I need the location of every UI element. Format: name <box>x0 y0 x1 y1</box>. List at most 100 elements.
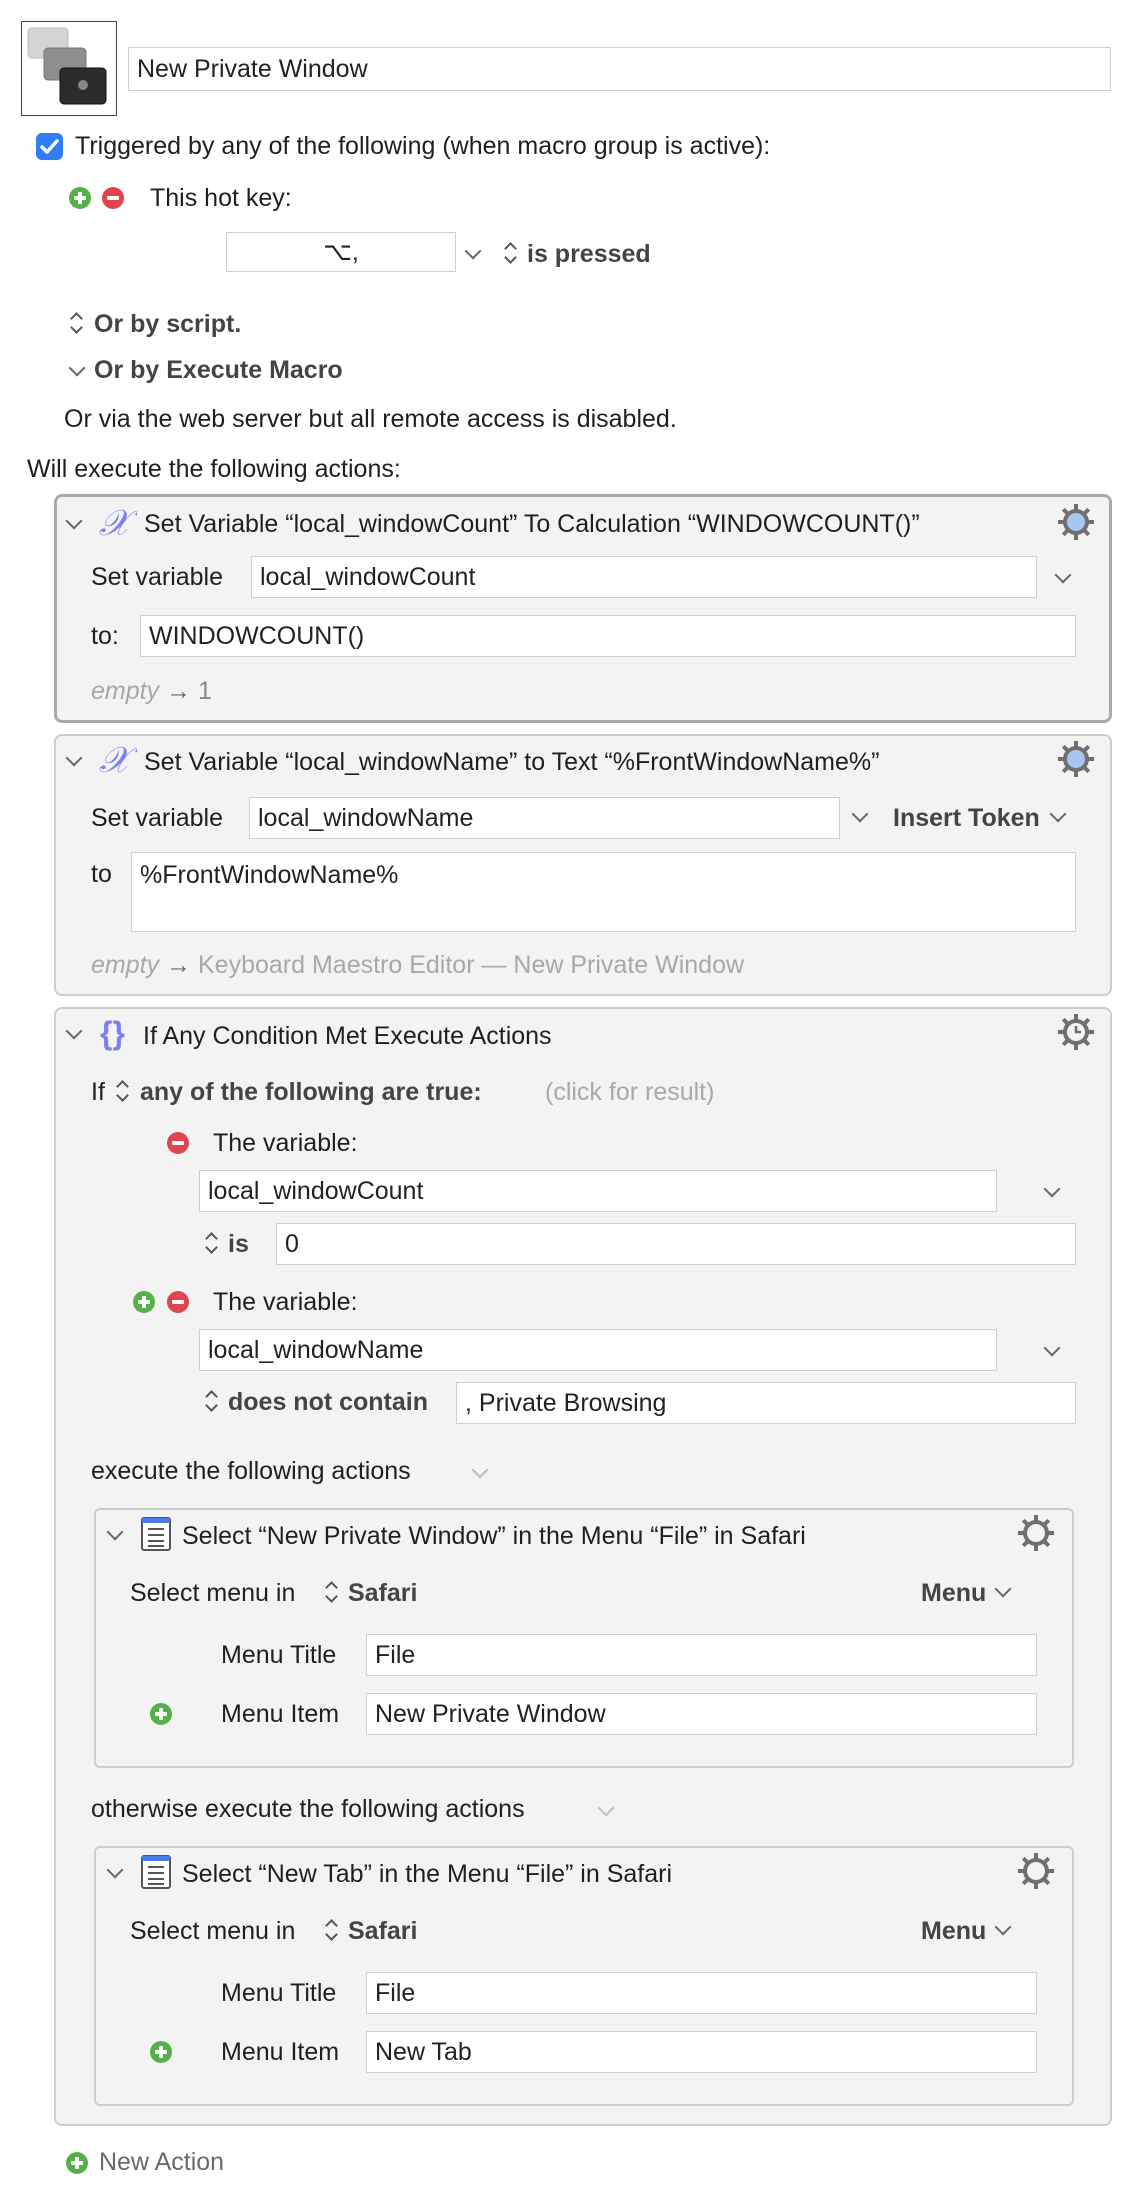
gear-icon[interactable] <box>1017 1852 1055 1890</box>
collapse-chevron-icon[interactable] <box>65 749 83 767</box>
will-execute-label: Will execute the following actions: <box>27 455 401 483</box>
gear-timer-icon[interactable] <box>1057 1013 1095 1051</box>
variable-dropdown-icon[interactable] <box>851 805 869 823</box>
variable-name-field[interactable]: local_windowName <box>249 797 840 839</box>
remove-condition-icon[interactable] <box>167 1132 189 1154</box>
menu-chevron-icon[interactable] <box>994 1918 1012 1936</box>
insert-token-button[interactable]: Insert Token <box>893 804 1040 833</box>
execute-actions-chevron-icon[interactable] <box>471 1461 489 1479</box>
or-by-script[interactable]: Or by script. <box>94 310 241 339</box>
condition-value-field[interactable]: , Private Browsing <box>456 1382 1076 1424</box>
condition-value: , Private Browsing <box>465 1388 667 1417</box>
remove-condition-icon[interactable] <box>167 1291 189 1313</box>
menu-title-field[interactable]: File <box>366 1972 1037 2014</box>
variable-icon: 𝒳 <box>97 503 140 548</box>
gear-icon[interactable] <box>1017 1514 1055 1552</box>
variable-dropdown-icon[interactable] <box>1054 566 1072 584</box>
menu-title: File <box>375 1978 416 2007</box>
menu-item: New Private Window <box>375 1699 606 1728</box>
new-action-button[interactable]: New Action <box>99 2148 224 2177</box>
menu-item-field[interactable]: New Private Window <box>366 1693 1037 1735</box>
web-server-note: Or via the web server but all remote acc… <box>64 405 677 433</box>
app-stepper-icon[interactable] <box>324 1918 338 1942</box>
hotkey-dropdown-icon[interactable] <box>464 242 482 260</box>
otherwise-chevron-icon[interactable] <box>597 1799 615 1817</box>
otherwise-label: otherwise execute the following actions <box>91 1795 525 1823</box>
action-title: Set Variable “local_windowName” to Text … <box>144 748 880 776</box>
condition-value-field[interactable]: 0 <box>276 1223 1076 1265</box>
collapse-chevron-icon[interactable] <box>65 1022 83 1040</box>
condition-operator[interactable]: is <box>228 1230 249 1259</box>
select-menu-label: Select menu in <box>130 1579 296 1607</box>
remove-trigger-icon[interactable] <box>102 187 124 209</box>
or-by-execute-macro[interactable]: Or by Execute Macro <box>94 356 343 385</box>
menu-item-field[interactable]: New Tab <box>366 2031 1037 2073</box>
hotkey-field[interactable]: ⌥, <box>226 232 456 272</box>
condition-variable-dropdown-icon[interactable] <box>1043 1180 1061 1198</box>
variable-name: local_windowCount <box>260 562 476 591</box>
app-name[interactable]: Safari <box>348 1917 417 1946</box>
condition-variable-dropdown-icon[interactable] <box>1043 1339 1061 1357</box>
condition-mode[interactable]: any of the following are true: <box>140 1078 482 1107</box>
menu-chevron-icon[interactable] <box>994 1580 1012 1598</box>
action-if-condition[interactable]: {} If Any Condition Met Execute Actions … <box>54 1007 1112 2126</box>
condition-operator[interactable]: does not contain <box>228 1388 428 1417</box>
svg-text:𝒳: 𝒳 <box>99 742 137 778</box>
menu-title-label: Menu Title <box>221 1641 337 1669</box>
to-label: to <box>91 860 112 888</box>
condition-variable-field[interactable]: local_windowName <box>199 1329 997 1371</box>
action-title: Select “New Private Window” in the Menu … <box>182 1522 806 1550</box>
text-field[interactable]: %FrontWindowName% <box>131 852 1076 932</box>
collapse-chevron-icon[interactable] <box>106 1523 124 1541</box>
result-preview: empty → 1 <box>91 677 212 706</box>
execute-macro-chevron-icon[interactable] <box>68 359 86 377</box>
to-label: to: <box>91 622 119 650</box>
collapse-chevron-icon[interactable] <box>65 512 83 530</box>
if-label: If <box>91 1078 105 1106</box>
action-title: Set Variable “local_windowCount” To Calc… <box>144 510 920 538</box>
app-stepper-icon[interactable] <box>324 1580 338 1604</box>
calculation-value: WINDOWCOUNT() <box>149 621 365 650</box>
gear-icon[interactable] <box>1057 740 1095 778</box>
menu-title-field[interactable]: File <box>366 1634 1037 1676</box>
set-variable-label: Set variable <box>91 563 224 591</box>
hotkey-state[interactable]: is pressed <box>527 240 651 269</box>
gear-icon[interactable] <box>1057 503 1095 541</box>
set-variable-label: Set variable <box>91 804 224 832</box>
menu-button[interactable]: Menu <box>921 1917 986 1946</box>
calculation-field[interactable]: WINDOWCOUNT() <box>140 615 1076 657</box>
collapse-chevron-icon[interactable] <box>106 1861 124 1879</box>
condition-mode-stepper-icon[interactable] <box>115 1079 129 1103</box>
text-value: %FrontWindowName% <box>140 861 399 889</box>
add-menu-item-icon[interactable] <box>150 2041 172 2063</box>
macro-icon[interactable] <box>21 21 117 116</box>
condition-variable: local_windowName <box>208 1335 424 1364</box>
insert-token-chevron-icon[interactable] <box>1049 805 1067 823</box>
new-action-icon[interactable] <box>66 2152 88 2174</box>
condition-op-stepper-icon[interactable] <box>204 1389 218 1413</box>
click-for-result[interactable]: (click for result) <box>545 1078 714 1107</box>
arrow-icon: → <box>166 677 198 705</box>
action-set-variable-calc[interactable]: 𝒳 Set Variable “local_windowCount” To Ca… <box>54 494 1112 723</box>
action-set-variable-text[interactable]: 𝒳 Set Variable “local_windowName” to Tex… <box>54 734 1112 996</box>
triggered-checkbox[interactable] <box>36 133 63 160</box>
add-condition-icon[interactable] <box>133 1291 155 1313</box>
app-name[interactable]: Safari <box>348 1579 417 1608</box>
action-title: If Any Condition Met Execute Actions <box>143 1022 552 1050</box>
menu-button[interactable]: Menu <box>921 1579 986 1608</box>
macro-name-field[interactable]: New Private Window <box>128 47 1111 91</box>
condition-op-stepper-icon[interactable] <box>204 1231 218 1255</box>
action-select-menu[interactable]: Select “New Private Window” in the Menu … <box>94 1508 1074 1768</box>
add-trigger-icon[interactable] <box>69 187 91 209</box>
hotkey-state-stepper-icon[interactable] <box>503 241 517 265</box>
hotkey-value: ⌥, <box>323 238 359 266</box>
menu-title-label: Menu Title <box>221 1979 337 2007</box>
menu-item-label: Menu Item <box>221 2038 340 2066</box>
script-stepper-icon[interactable] <box>69 311 83 335</box>
condition-variable-field[interactable]: local_windowCount <box>199 1170 997 1212</box>
add-menu-item-icon[interactable] <box>150 1703 172 1725</box>
variable-name-field[interactable]: local_windowCount <box>251 556 1037 598</box>
braces-icon: {} <box>100 1015 125 1051</box>
menu-list-icon <box>140 1854 172 1897</box>
action-select-menu[interactable]: Select “New Tab” in the Menu “File” in S… <box>94 1846 1074 2106</box>
